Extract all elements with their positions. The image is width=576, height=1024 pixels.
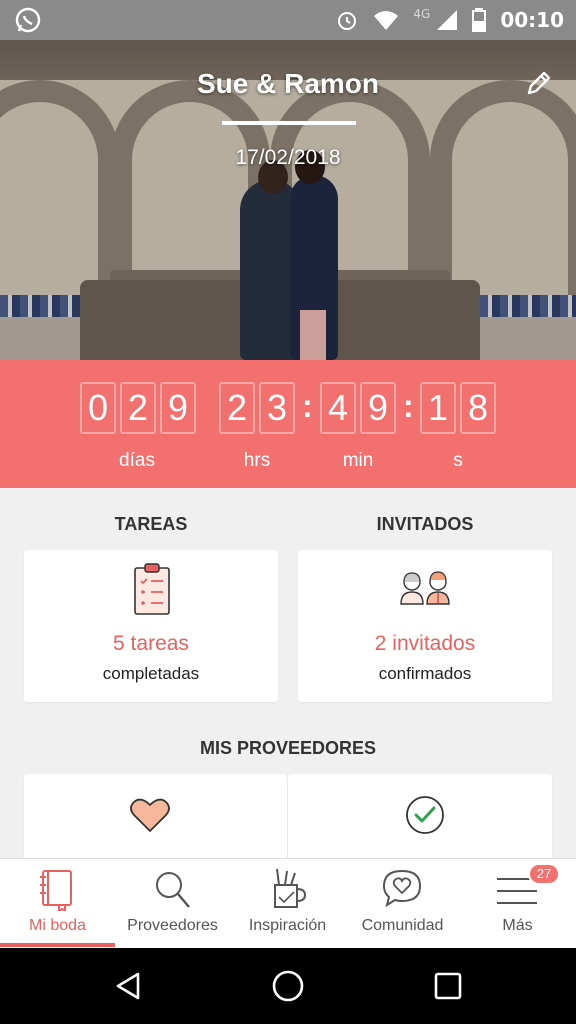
status-bar: 4G 00:10	[0, 0, 576, 40]
signal-icon	[437, 10, 458, 30]
minutes-digits: 4 9	[320, 382, 396, 434]
wedding-date: 17/02/2018	[235, 146, 341, 169]
tasks-card[interactable]: 5 tareas completadas	[24, 550, 278, 702]
guests-icon	[400, 571, 450, 605]
hours-digit: 2	[219, 382, 255, 434]
bottom-navigation: Mi boda Proveedores Inspiración Comunida…	[0, 858, 576, 948]
seconds-digit: 8	[460, 382, 496, 434]
tasks-count: 5 tareas	[113, 632, 189, 655]
vendors-title: MIS PROVEEDORES	[199, 738, 377, 758]
seconds-digit: 1	[420, 382, 456, 434]
alarm-icon	[338, 12, 357, 30]
guests-card[interactable]: 2 invitados confirmados	[298, 550, 552, 702]
nav-label: Proveedores	[127, 917, 218, 934]
days-digits: 0 2 9	[80, 382, 196, 434]
nav-label: Inspiración	[248, 917, 327, 934]
edit-pencil-icon[interactable]	[524, 68, 554, 98]
home-icon[interactable]	[270, 968, 306, 1004]
pencil-cup-icon	[274, 868, 307, 908]
nav-label: Más	[502, 917, 533, 934]
couple-name: Sue & Ramon	[196, 68, 380, 99]
seconds-digits: 1 8	[420, 382, 496, 434]
notification-badge: 27	[528, 863, 560, 885]
wedding-countdown: 0 2 9 2 3 : 4 9 : 1 8 días hrs min s	[0, 360, 576, 488]
minutes-label: min	[342, 450, 374, 471]
network-type: 4G	[413, 7, 431, 21]
hours-digit: 3	[259, 382, 295, 434]
heart-icon	[130, 798, 170, 832]
chat-heart-icon	[382, 869, 422, 908]
guests-title: INVITADOS	[376, 514, 474, 534]
seconds-label: s	[453, 450, 463, 471]
check-circle-icon	[406, 796, 444, 834]
hours-label: hrs	[243, 450, 271, 471]
guests-status: confirmados	[378, 664, 472, 683]
notebook-icon	[40, 870, 72, 911]
booked-vendors-card[interactable]	[288, 774, 552, 864]
days-label: días	[119, 450, 155, 471]
days-digit: 2	[120, 382, 156, 434]
whatsapp-icon	[15, 7, 41, 33]
recents-icon[interactable]	[432, 970, 464, 1002]
days-digit: 9	[160, 382, 196, 434]
nav-item-inspiracion[interactable]: Inspiración	[230, 859, 345, 949]
nav-item-comunidad[interactable]: Comunidad	[345, 859, 460, 949]
nav-item-mi-boda[interactable]: Mi boda	[0, 859, 115, 949]
active-indicator	[0, 943, 115, 947]
minutes-digit: 9	[360, 382, 396, 434]
title-underline	[222, 121, 356, 125]
tasks-title: TAREAS	[114, 514, 188, 534]
nav-label: Comunidad	[361, 917, 444, 934]
guests-count: 2 invitados	[374, 632, 476, 655]
favorite-vendors-card[interactable]	[24, 774, 287, 864]
back-icon[interactable]	[112, 970, 144, 1002]
minutes-digit: 4	[320, 382, 356, 434]
time-separator: :	[302, 388, 313, 424]
days-digit: 0	[80, 382, 116, 434]
wifi-icon	[374, 11, 399, 30]
nav-item-proveedores[interactable]: Proveedores	[115, 859, 230, 949]
time-separator: :	[403, 388, 414, 424]
clock: 00:10	[500, 8, 564, 32]
search-icon	[156, 872, 190, 908]
system-navigation-bar	[0, 948, 576, 1024]
nav-label: Mi boda	[29, 917, 86, 934]
battery-icon	[472, 8, 487, 32]
hours-digits: 2 3	[219, 382, 295, 434]
tasks-status: completadas	[102, 664, 200, 683]
checklist-icon	[134, 563, 170, 615]
